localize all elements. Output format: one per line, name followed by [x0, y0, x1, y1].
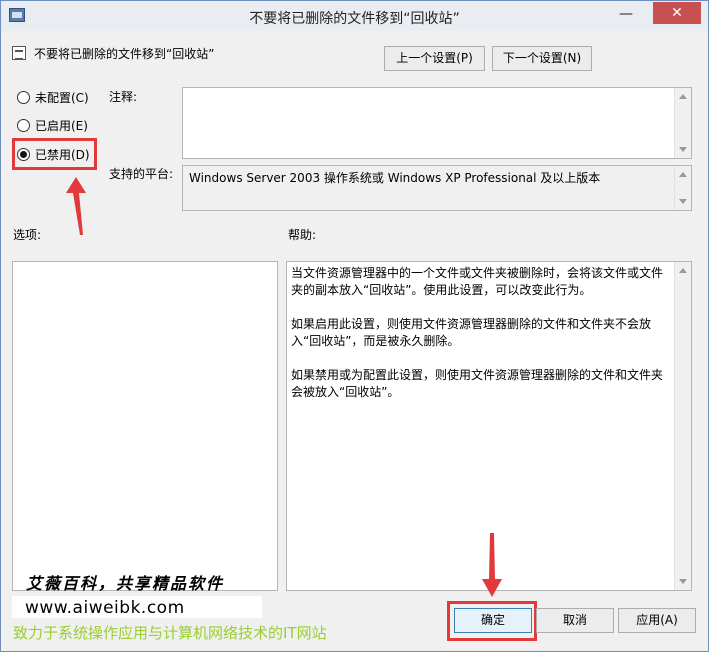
close-button[interactable]: ✕ — [653, 2, 701, 24]
options-label: 选项: — [13, 228, 42, 242]
cancel-button[interactable]: 取消 — [536, 608, 614, 633]
policy-setting-icon — [12, 46, 26, 60]
policy-name: 不要将已删除的文件移到“回收站” — [34, 47, 215, 61]
annotation-arrow-down-icon — [482, 533, 502, 597]
watermark-url: www.aiweibk.com — [25, 598, 185, 618]
radio-label: 未配置(C) — [35, 91, 89, 105]
scroll-down-icon[interactable] — [679, 199, 687, 204]
minimize-button[interactable]: — — [612, 5, 640, 25]
policy-header: 不要将已删除的文件移到“回收站” — [12, 45, 214, 62]
help-paragraph: 如果禁用或为配置此设置，则使用文件资源管理器删除的文件和文件夹会被放入“回收站”… — [291, 368, 664, 399]
title-bar[interactable]: 不要将已删除的文件移到“回收站” — ✕ — [1, 1, 708, 31]
scroll-up-icon[interactable] — [679, 94, 687, 99]
options-pane — [12, 261, 278, 591]
radio-circle-icon — [17, 119, 30, 132]
watermark-tagline: 艾薇百科，共享精品软件 — [26, 574, 225, 593]
previous-setting-button[interactable]: 上一个设置(P) — [384, 46, 485, 71]
apply-button[interactable]: 应用(A) — [618, 608, 696, 633]
scroll-down-icon[interactable] — [679, 147, 687, 152]
help-paragraph: 如果启用此设置，则使用文件资源管理器删除的文件和文件夹不会放入“回收站”，而是被… — [291, 317, 652, 348]
help-label: 帮助: — [288, 228, 317, 242]
annotation-arrow-up-icon — [66, 177, 86, 235]
scroll-up-icon[interactable] — [679, 268, 687, 273]
radio-label: 已启用(E) — [35, 119, 88, 133]
watermark-slogan: 致力于系统操作应用与计算机网络技术的IT网站 — [13, 624, 327, 642]
scroll-down-icon[interactable] — [679, 579, 687, 584]
platform-label: 支持的平台: — [109, 167, 174, 181]
window-title: 不要将已删除的文件移到“回收站” — [249, 11, 460, 27]
radio-enabled[interactable]: 已启用(E) — [17, 117, 88, 135]
comment-label: 注释: — [109, 90, 138, 104]
comment-textarea[interactable] — [182, 87, 692, 159]
annotation-highlight-disabled — [12, 138, 97, 170]
platform-readonly-box: Windows Server 2003 操作系统或 Windows XP Pro… — [182, 165, 692, 211]
platform-scrollbar[interactable] — [674, 166, 691, 210]
comment-scrollbar[interactable] — [674, 88, 691, 158]
help-paragraph: 当文件资源管理器中的一个文件或文件夹被删除时，会将该文件或文件夹的副本放入“回收… — [291, 266, 664, 297]
ok-button[interactable]: 确定 — [454, 608, 532, 633]
help-scrollbar[interactable] — [674, 262, 691, 590]
scroll-up-icon[interactable] — [679, 172, 687, 177]
radio-not-configured[interactable]: 未配置(C) — [17, 89, 89, 107]
radio-circle-icon — [17, 91, 30, 104]
platform-value: Windows Server 2003 操作系统或 Windows XP Pro… — [189, 171, 601, 185]
next-setting-button[interactable]: 下一个设置(N) — [492, 46, 592, 71]
policy-dialog-window: 不要将已删除的文件移到“回收站” — ✕ 不要将已删除的文件移到“回收站” 上一… — [0, 0, 709, 652]
